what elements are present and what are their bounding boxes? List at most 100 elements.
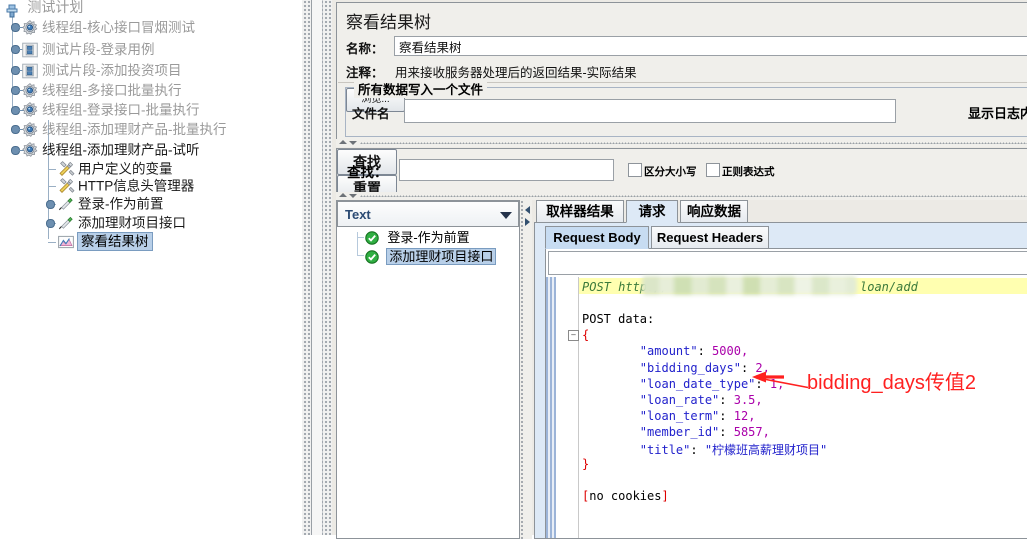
code-vertical-scrollbar[interactable] xyxy=(546,277,556,538)
page-title: 察看结果树 xyxy=(346,8,431,33)
case-sensitive-checkbox[interactable] xyxy=(628,163,642,177)
tree-item-label: 线程组-登录接口-批量执行 xyxy=(42,102,200,117)
write-all-data-group: 所有数据写入一个文件 文件名 浏览... 显示日志内容 xyxy=(345,87,1027,137)
collapse-down-icon[interactable] xyxy=(349,141,357,145)
code-line: POST data: xyxy=(582,312,654,326)
code-line: "bidding_days": 2, xyxy=(582,361,770,375)
collapse-up-icon[interactable] xyxy=(339,140,347,144)
results-tree[interactable]: Text 登录-作为前置 xyxy=(336,200,520,539)
code-line: "loan_term": 12, xyxy=(582,409,755,423)
splitter-texture-left xyxy=(302,0,310,535)
divider-texture-2 xyxy=(360,195,1027,197)
tree-item-label: 察看结果树 xyxy=(78,233,152,250)
tree-row[interactable]: 线程组-多接口批量执行 xyxy=(14,80,290,100)
tree-item-label: 测试计划 xyxy=(27,0,83,15)
tree-row[interactable]: 用户定义的变量 xyxy=(50,160,290,177)
results-tree-line-h1 xyxy=(357,237,364,238)
test-fragment-icon xyxy=(22,42,38,58)
results-splitter-texture xyxy=(520,200,524,539)
name-input[interactable] xyxy=(394,36,1027,56)
tab-request[interactable]: 请求 xyxy=(626,200,678,223)
tree-row[interactable]: 察看结果树 xyxy=(50,232,290,251)
tree-connector xyxy=(48,186,56,187)
splitter-expand-right-icon[interactable] xyxy=(525,218,530,226)
regex-checkbox[interactable] xyxy=(706,163,720,177)
renderer-combobox[interactable]: Text xyxy=(337,201,519,227)
collapse-down-icon-2[interactable] xyxy=(349,194,357,198)
collapse-up-icon-2[interactable] xyxy=(339,193,347,197)
tree-item-label: 测试片段-添加投资项目 xyxy=(42,63,182,78)
tree-item-label: 用户定义的变量 xyxy=(78,161,173,176)
test-plan-tree[interactable]: 测试计划 线程组-核心接口冒烟测试测试片段-登录用例测试片段-添加投资项目线程组… xyxy=(0,0,302,535)
name-row: 名称： xyxy=(338,34,1027,59)
tree-item-label: 登录-作为前置 xyxy=(78,196,164,211)
main-splitter[interactable] xyxy=(302,0,332,535)
code-line: { xyxy=(582,328,589,342)
splitter-expand-left-icon[interactable] xyxy=(525,206,530,214)
search-input[interactable] xyxy=(399,159,614,181)
test-fragment-icon xyxy=(22,63,38,79)
tab-request-headers[interactable]: Request Headers xyxy=(651,226,769,249)
thread-group-icon xyxy=(22,122,38,138)
tree-row[interactable]: 添加理财项目接口 xyxy=(50,213,290,232)
code-viewer[interactable]: 1loan/addPOST http://23POST data:4–{5 "a… xyxy=(546,277,1027,538)
http-sampler-icon xyxy=(58,196,74,212)
list-item[interactable]: 登录-作为前置 xyxy=(365,228,470,247)
tree-row[interactable]: 测试片段-添加投资项目 xyxy=(14,60,290,80)
name-label: 名称： xyxy=(346,38,384,57)
tab-sampler-result[interactable]: 取样器结果 xyxy=(536,200,624,223)
tab-request-headers-label: Request Headers xyxy=(657,230,763,245)
tree-row[interactable]: 测试计划 xyxy=(0,0,300,16)
divider-top[interactable] xyxy=(336,139,1027,147)
list-item-label: 添加理财项目接口 xyxy=(387,249,495,264)
tree-item-label: 测试片段-登录用例 xyxy=(42,42,155,57)
annotation-text: bidding_days传值2 xyxy=(807,366,976,395)
tree-row[interactable]: 登录-作为前置 xyxy=(50,194,290,213)
tab-request-body-label: Request Body xyxy=(553,230,640,245)
redacted-url-region xyxy=(642,276,857,295)
config-element-icon xyxy=(58,178,74,194)
log-display-label: 显示日志内容 xyxy=(968,103,1027,122)
chevron-down-icon[interactable] xyxy=(500,212,512,219)
tree-row[interactable]: 测试片段-登录用例 xyxy=(14,38,290,60)
thread-group-icon xyxy=(22,142,38,158)
tree-connector xyxy=(48,169,56,170)
tab-response-data[interactable]: 响应数据 xyxy=(680,200,748,223)
thread-group-icon xyxy=(22,20,38,36)
thread-group-icon xyxy=(22,83,38,99)
tree-row[interactable]: HTTP信息头管理器 xyxy=(50,177,290,194)
tree-item-label: 线程组-添加理财产品-试听 xyxy=(42,142,200,157)
tree-row[interactable]: 线程组-核心接口冒烟测试 xyxy=(14,16,290,38)
results-tree-line xyxy=(357,232,358,256)
code-line: "member_id": 5857, xyxy=(582,425,770,439)
success-icon xyxy=(365,250,381,266)
tree-expand-handle[interactable] xyxy=(46,219,55,228)
tab-sampler-result-label: 取样器结果 xyxy=(546,204,614,219)
tree-expand-handle[interactable] xyxy=(46,200,55,209)
divider-texture xyxy=(360,142,1027,144)
code-line: } xyxy=(582,457,589,471)
code-line: "title": "柠檬班高薪理财项目" xyxy=(582,441,827,458)
request-body-find-input[interactable] xyxy=(548,251,1027,275)
tree-item-label: HTTP信息头管理器 xyxy=(78,178,194,193)
tree-item-label: 线程组-多接口批量执行 xyxy=(42,83,182,98)
tree-item-label: 线程组-添加理财产品-批量执行 xyxy=(42,122,227,137)
code-line: "amount": 5000, xyxy=(582,344,748,358)
code-fold-toggle[interactable]: – xyxy=(568,330,579,341)
tree-row[interactable]: 线程组-登录接口-批量执行 xyxy=(14,100,290,119)
results-tree-line-h2 xyxy=(357,255,364,256)
search-label: 查找： xyxy=(347,161,388,181)
results-list[interactable]: 登录-作为前置 添加理财项目接口 xyxy=(337,228,519,538)
list-item[interactable]: 添加理财项目接口 xyxy=(365,247,495,266)
tab-request-body[interactable]: Request Body xyxy=(545,226,649,249)
tab-request-label: 请求 xyxy=(639,204,666,219)
divider-bottom[interactable] xyxy=(336,192,1027,200)
http-sampler-icon xyxy=(58,215,74,231)
case-sensitive-label: 区分大小写 xyxy=(644,164,697,179)
tree-row[interactable]: 线程组-添加理财产品-批量执行 xyxy=(14,119,290,139)
tree-item-label: 线程组-核心接口冒烟测试 xyxy=(42,20,195,35)
results-splitter[interactable] xyxy=(520,200,532,539)
url-suffix: loan/add xyxy=(860,280,918,294)
filename-input[interactable] xyxy=(404,99,896,123)
tree-row[interactable]: 线程组-添加理财产品-试听 xyxy=(14,139,290,160)
